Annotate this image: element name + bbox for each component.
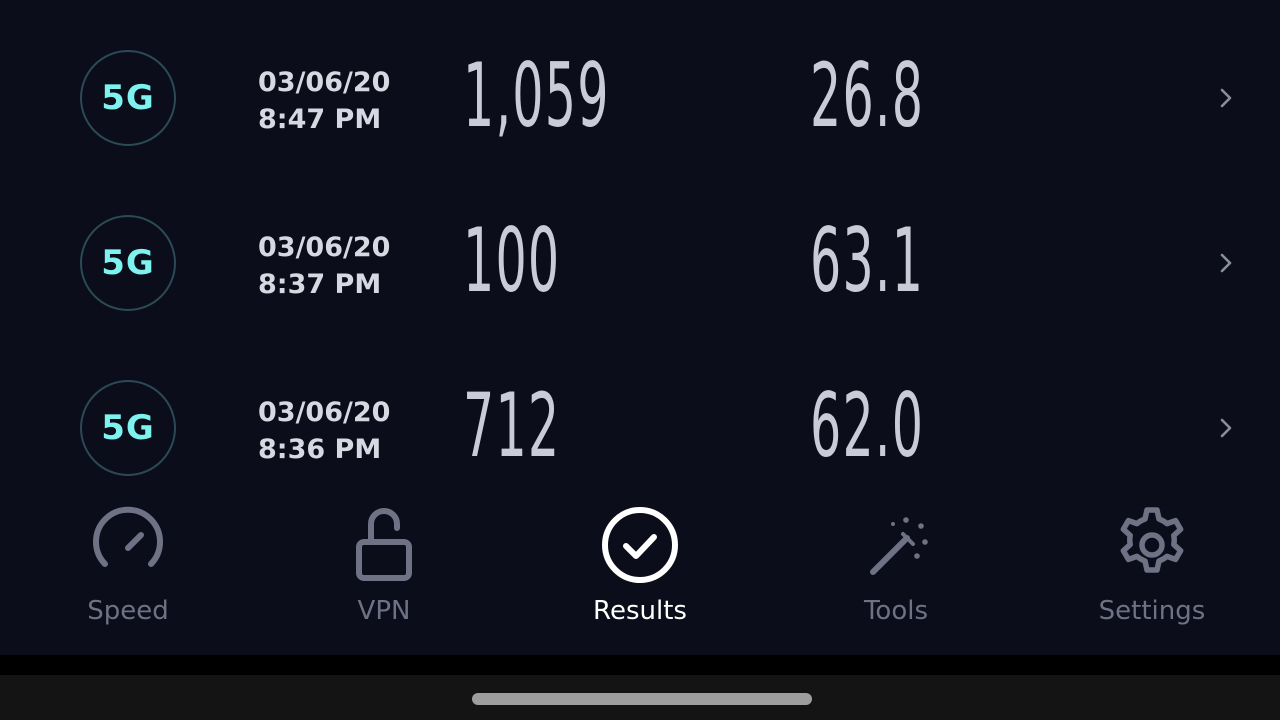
connection-type-label: 5G [101,408,155,448]
system-navigation-bar [0,675,1280,720]
tab-results[interactable]: Results [512,495,768,655]
connection-type-badge: 5G [80,215,176,311]
chevron-right-icon[interactable] [1214,86,1238,110]
magic-wand-icon [870,517,928,575]
home-indicator[interactable] [472,693,812,705]
result-row[interactable]: 5G 03/06/20 8:37 PM 100 63.1 [0,181,1280,346]
result-datetime: 03/06/20 8:47 PM [258,64,390,138]
chevron-right-icon[interactable] [1214,416,1238,440]
result-date: 03/06/20 [258,397,391,428]
tab-label: VPN [357,596,411,626]
divider [0,655,1280,675]
download-speed: 712 [463,374,561,477]
result-time: 8:37 PM [258,269,382,300]
tab-label: Speed [87,596,169,626]
result-datetime: 03/06/20 8:36 PM [258,394,390,468]
download-speed: 1,059 [463,44,610,147]
check-circle-icon [602,507,678,583]
tab-label: Tools [863,596,929,626]
tab-tools[interactable]: Tools [768,495,1024,655]
result-time: 8:36 PM [258,434,382,465]
connection-type-label: 5G [101,243,155,283]
unlock-icon [356,508,412,581]
gear-icon [1120,507,1184,573]
tab-speed[interactable]: Speed [0,495,256,655]
tab-label: Settings [1098,596,1206,626]
bottom-tab-bar: Speed VPN Results Tools Settings [0,495,1280,655]
result-row[interactable]: 5G 03/06/20 8:36 PM 712 62.0 [0,346,1280,511]
result-date: 03/06/20 [258,232,391,263]
tab-label: Results [593,596,687,626]
tab-settings[interactable]: Settings [1024,495,1280,655]
connection-type-badge: 5G [80,380,176,476]
result-datetime: 03/06/20 8:37 PM [258,229,390,303]
upload-speed: 26.8 [810,44,925,147]
speedometer-icon [93,506,163,567]
download-speed: 100 [463,209,561,312]
upload-speed: 62.0 [810,374,925,477]
chevron-right-icon[interactable] [1214,251,1238,275]
results-list: 5G 03/06/20 8:47 PM 1,059 26.8 5G 03/06/… [0,0,1280,495]
upload-speed: 63.1 [810,209,925,312]
results-screen: 5G 03/06/20 8:47 PM 1,059 26.8 5G 03/06/… [0,0,1280,720]
result-time: 8:47 PM [258,104,382,135]
connection-type-badge: 5G [80,50,176,146]
result-date: 03/06/20 [258,67,391,98]
tab-vpn[interactable]: VPN [256,495,512,655]
connection-type-label: 5G [101,78,155,118]
result-row[interactable]: 5G 03/06/20 8:47 PM 1,059 26.8 [0,16,1280,181]
